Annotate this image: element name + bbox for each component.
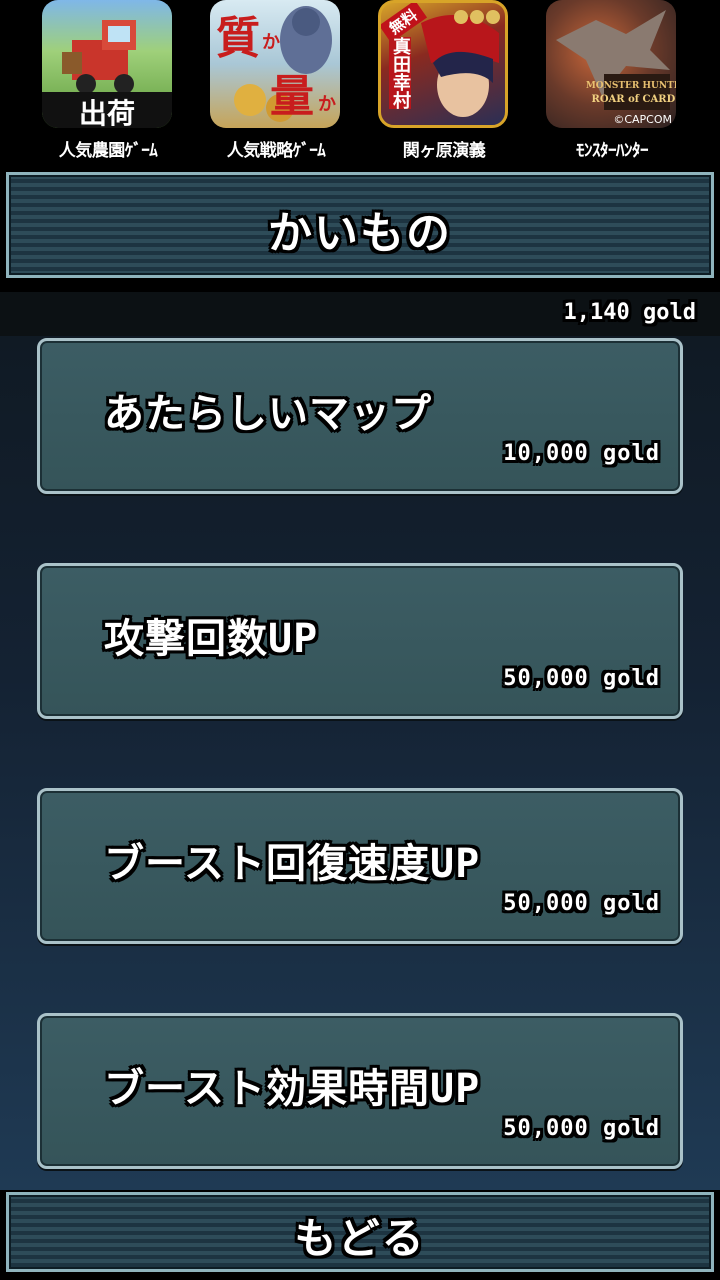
item-price: 50,000 gold	[503, 1116, 660, 1141]
monster-hunter-icon[interactable]: MONSTER HUNTER ROAR of CARDS ©CAPCOM	[546, 0, 676, 128]
strategy-icon-small-2: か	[318, 94, 336, 115]
shop-title-panel: かいもの	[6, 172, 714, 278]
gold-amount: 1,140 gold	[563, 300, 696, 325]
back-button[interactable]: もどる	[6, 1192, 714, 1272]
svg-text:MONSTER HUNTER: MONSTER HUNTER	[586, 81, 676, 91]
ad-strategy-game[interactable]: 質 か 量 か 人気戦略ｹﾞｰﾑ	[168, 0, 340, 168]
back-button-label: もどる	[294, 1214, 426, 1263]
item-name: ブースト回復速度UP	[104, 841, 481, 887]
sekigahara-game-icon[interactable]: 無料 真田幸村	[378, 0, 508, 128]
ad-bar: 出荷 人気農園ｹﾞｰﾑ 質 か 量 か 人気戦略ｹﾞｰﾑ 無料 真田幸村 関ヶ原…	[0, 0, 720, 168]
ad-monster-hunter[interactable]: MONSTER HUNTER ROAR of CARDS ©CAPCOM ﾓﾝｽ…	[504, 0, 676, 168]
shop-item-attack-count-up[interactable]: 攻撃回数UP 50,000 gold	[37, 563, 683, 719]
strategy-game-icon[interactable]: 質 か 量 か	[210, 0, 340, 128]
ad-farm-game[interactable]: 出荷 人気農園ｹﾞｰﾑ	[0, 0, 172, 168]
shop-list: あたらしいマップ 10,000 gold 攻撃回数UP 50,000 gold …	[0, 336, 720, 1190]
shop-item-boost-duration-up[interactable]: ブースト効果時間UP 50,000 gold	[37, 1013, 683, 1169]
sekigahara-icon-vertical-text: 真田幸村	[389, 37, 411, 109]
item-price: 10,000 gold	[503, 441, 660, 466]
gold-bar: 1,140 gold	[0, 292, 720, 336]
page-title: かいもの	[268, 208, 452, 259]
strategy-icon-small-1: か	[262, 32, 280, 53]
strategy-icon-kanji-2: 量	[270, 71, 314, 122]
farm-icon-caption: 出荷	[78, 97, 135, 128]
farm-game-icon[interactable]: 出荷	[42, 0, 172, 128]
ad-sekigahara[interactable]: 無料 真田幸村 関ヶ原演義	[336, 0, 508, 168]
strategy-icon-kanji-1: 質	[216, 13, 260, 64]
item-name: あたらしいマップ	[104, 391, 432, 437]
shop-item-boost-recovery-up[interactable]: ブースト回復速度UP 50,000 gold	[37, 788, 683, 944]
item-price: 50,000 gold	[503, 666, 660, 691]
ad-label: ﾓﾝｽﾀｰﾊﾝﾀｰ	[576, 141, 649, 161]
svg-text:ROAR of CARDS: ROAR of CARDS	[592, 94, 676, 105]
shop-item-new-map[interactable]: あたらしいマップ 10,000 gold	[37, 338, 683, 494]
item-price: 50,000 gold	[503, 891, 660, 916]
item-name: ブースト効果時間UP	[104, 1066, 481, 1112]
item-name: 攻撃回数UP	[104, 616, 319, 662]
capcom-caption: ©CAPCOM	[613, 113, 672, 126]
